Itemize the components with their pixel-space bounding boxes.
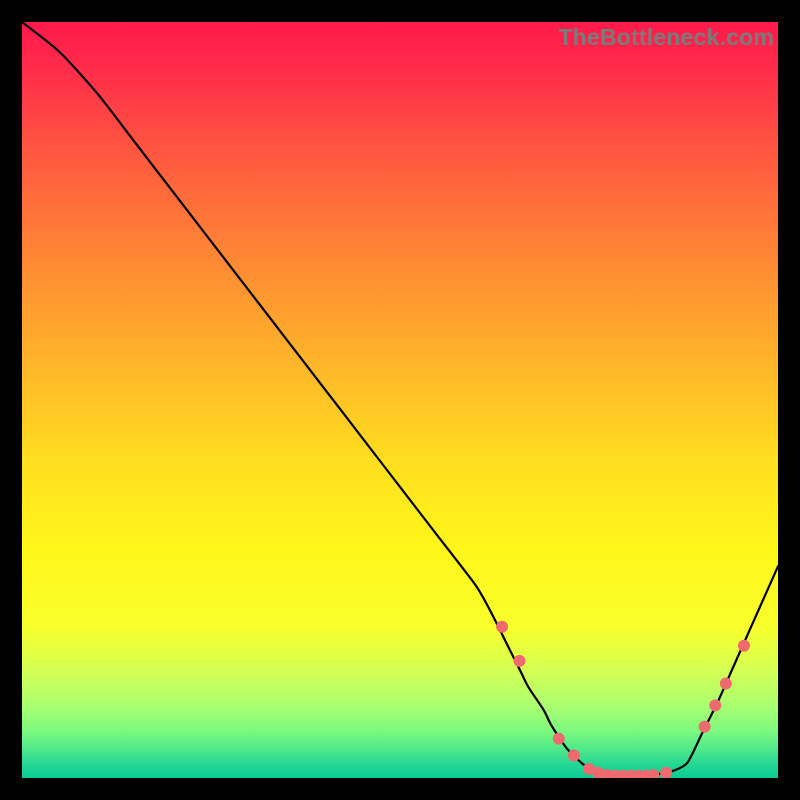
marker-dot (709, 699, 721, 711)
marker-dot (513, 655, 525, 667)
marker-dot (720, 678, 732, 690)
marker-dot (738, 640, 750, 652)
chart-frame: TheBottleneck.com (22, 22, 778, 778)
marker-dot (699, 721, 711, 733)
marker-dot (553, 733, 565, 745)
marker-dot (568, 749, 580, 761)
chart-background (22, 22, 778, 778)
marker-dot (496, 621, 508, 633)
chart-svg (22, 22, 778, 778)
